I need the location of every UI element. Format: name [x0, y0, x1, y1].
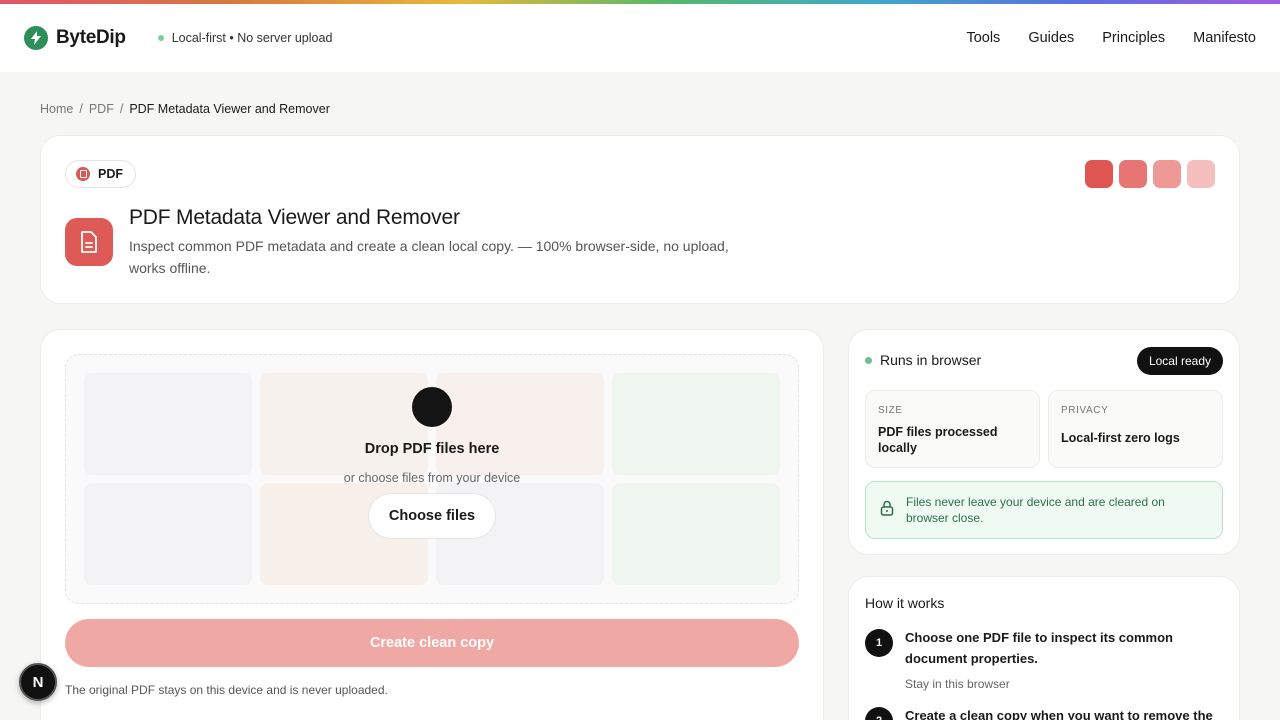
nav-principles[interactable]: Principles [1102, 30, 1165, 46]
breadcrumb-current: PDF Metadata Viewer and Remover [129, 102, 330, 116]
step-subtext: Stay in this browser [905, 677, 1010, 691]
site-header: ByteDip Local-first • No server upload T… [0, 4, 1280, 72]
dropzone-subtitle: or choose files from your device [343, 471, 521, 485]
tool-hero: PDF PDF Metadata Viewer and Remover Insp… [40, 135, 1240, 304]
choose-files-button[interactable]: Choose files [367, 493, 497, 539]
brand-logo[interactable]: ByteDip [24, 26, 126, 50]
step-number: 2 [865, 707, 893, 720]
swatch [1187, 160, 1215, 188]
breadcrumb-home[interactable]: Home [40, 102, 73, 116]
status-dot-icon [865, 356, 872, 364]
how-it-works-title: How it works [865, 595, 945, 611]
swatch [1085, 160, 1113, 188]
size-label: SIZE [878, 405, 903, 416]
privacy-note-text: Files never leave your device and are cl… [906, 495, 1165, 525]
main-nav: Tools Guides Principles Manifesto [966, 30, 1256, 46]
status-dot-icon [157, 35, 164, 41]
status-panel: Runs in browser Local ready SIZE PDF fil… [848, 329, 1240, 555]
privacy-label: PRIVACY [1061, 405, 1109, 416]
bolt-icon [24, 26, 48, 50]
privacy-stat: PRIVACY Local-first zero logs [1048, 390, 1223, 468]
category-tag[interactable]: PDF [65, 160, 136, 188]
breadcrumb-separator: / [119, 102, 124, 116]
privacy-note: Files never leave your device and are cl… [865, 481, 1223, 539]
page-description: Inspect common PDF metadata and create a… [129, 238, 729, 276]
dropzone-title: Drop PDF files here [364, 441, 500, 457]
nav-tools[interactable]: Tools [966, 30, 1000, 46]
swatch [1153, 160, 1181, 188]
tool-workspace: Drop PDF files here or choose files from… [40, 329, 824, 720]
pdf-file-icon [76, 167, 90, 181]
nav-guides[interactable]: Guides [1028, 30, 1074, 46]
size-value: PDF files processed locally [878, 425, 998, 455]
file-dropzone[interactable]: Drop PDF files here or choose files from… [65, 354, 799, 604]
local-first-badge: Local-first • No server upload [157, 31, 333, 45]
privacy-footnote: The original PDF stays on this device an… [65, 683, 388, 697]
status-badge: Local ready [1136, 347, 1223, 375]
step-text: Choose one PDF file to inspect its commo… [905, 630, 1173, 666]
nav-manifesto[interactable]: Manifesto [1193, 30, 1256, 46]
breadcrumb-separator: / [79, 102, 83, 116]
category-tag-label: PDF [98, 167, 123, 181]
step-item: 1 Choose one PDF file to inspect its com… [865, 627, 1225, 691]
size-stat: SIZE PDF files processed locally [865, 390, 1040, 468]
page-title: PDF Metadata Viewer and Remover [129, 206, 460, 229]
runs-label: Runs in browser [880, 352, 982, 368]
step-item: 2 Create a clean copy when you want to r… [865, 705, 1225, 720]
document-icon [65, 218, 113, 266]
upload-icon [412, 387, 452, 427]
breadcrumb-pdf[interactable]: PDF [89, 102, 114, 116]
color-swatches [1085, 160, 1215, 188]
dropzone-content: Drop PDF files here or choose files from… [66, 355, 798, 603]
runs-in-browser: Runs in browser [865, 352, 981, 368]
step-text: Create a clean copy when you want to rem… [905, 708, 1213, 720]
brand-name: ByteDip [56, 27, 126, 48]
swatch [1119, 160, 1147, 188]
dev-tools-button[interactable]: N [19, 663, 57, 701]
local-first-label: Local-first • No server upload [171, 31, 333, 45]
lock-icon [880, 500, 894, 520]
how-it-works-panel: How it works 1 Choose one PDF file to in… [848, 576, 1240, 720]
step-number: 1 [865, 629, 893, 657]
privacy-value: Local-first zero logs [1061, 431, 1180, 445]
breadcrumb: Home / PDF / PDF Metadata Viewer and Rem… [40, 102, 330, 116]
create-clean-copy-button[interactable]: Create clean copy [65, 619, 799, 667]
